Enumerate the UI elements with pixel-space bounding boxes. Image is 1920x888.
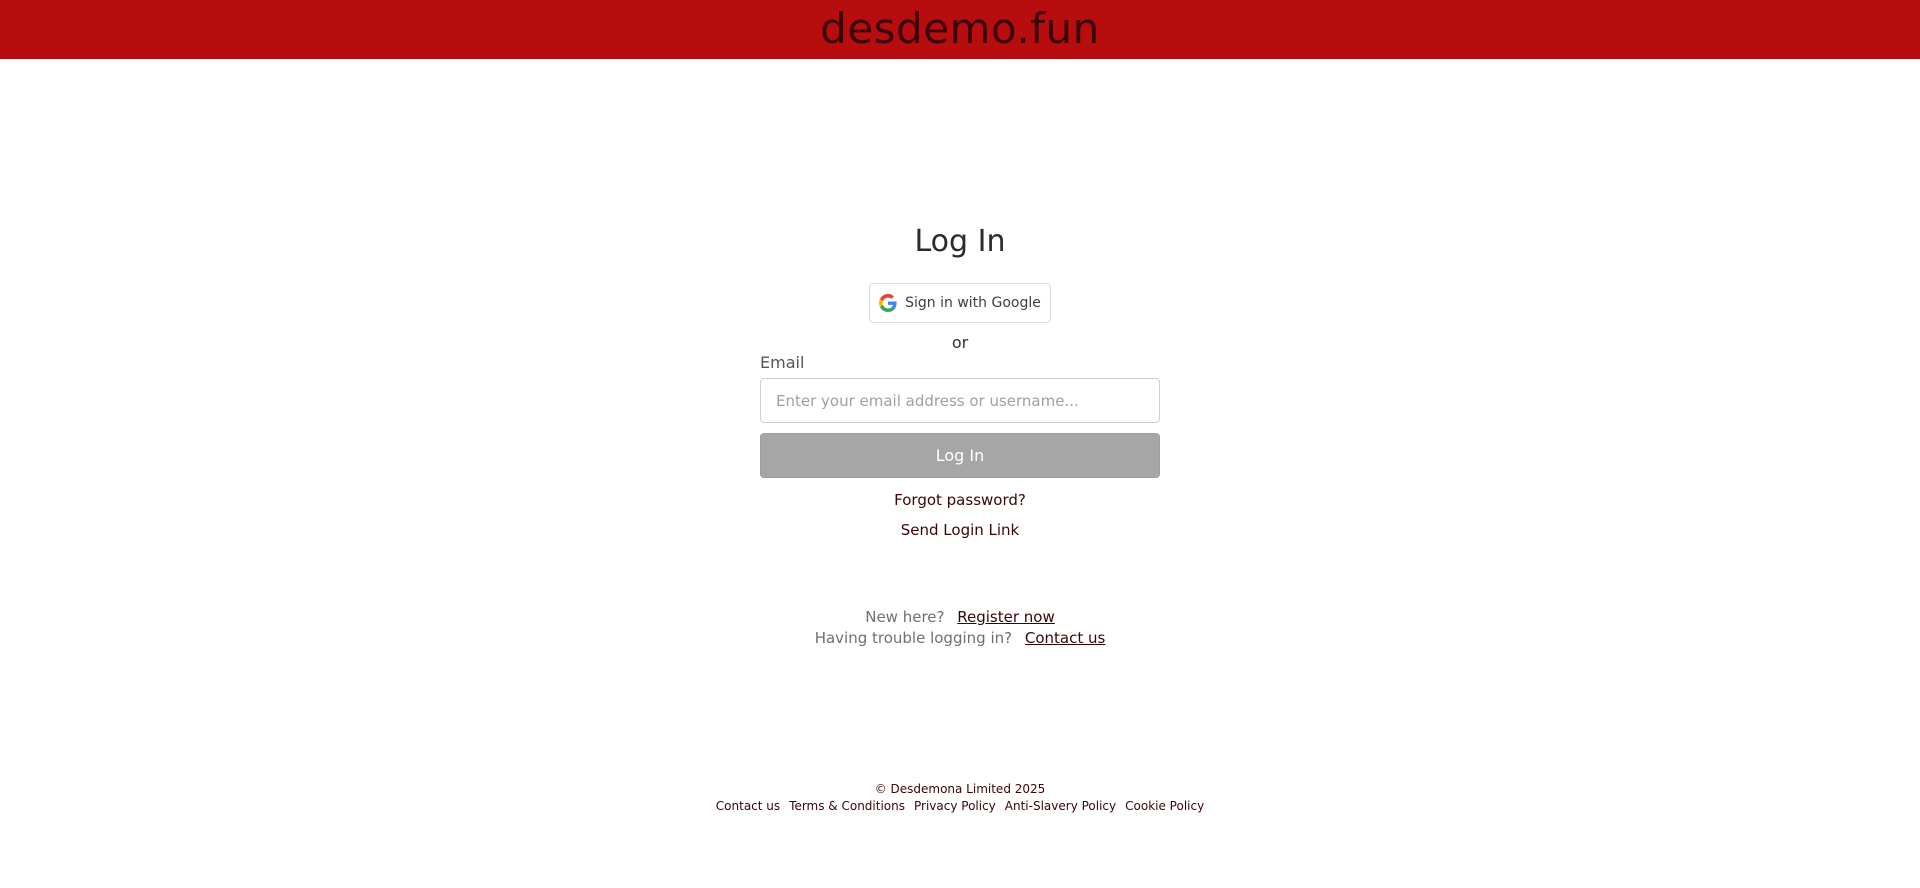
forgot-password-row: Forgot password? xyxy=(0,491,1920,509)
trouble-text: Having trouble logging in? xyxy=(814,629,1013,647)
send-login-link-row: Send Login Link xyxy=(0,521,1920,539)
forgot-password-link[interactable]: Forgot password? xyxy=(894,491,1026,509)
site-brand[interactable]: desdemo.fun xyxy=(820,7,1100,50)
footer-link-contact-us[interactable]: Contact us xyxy=(716,799,780,813)
send-login-link[interactable]: Send Login Link xyxy=(901,521,1020,539)
register-now-link[interactable]: Register now xyxy=(957,608,1054,626)
google-sign-in-button[interactable]: Sign in with Google xyxy=(869,283,1051,323)
footer-link-privacy[interactable]: Privacy Policy xyxy=(914,799,996,813)
new-here-text: New here? xyxy=(865,608,945,626)
google-sign-in-label: Sign in with Google xyxy=(905,295,1041,311)
new-here-row: New here? Register now xyxy=(0,608,1920,626)
footer-link-terms[interactable]: Terms & Conditions xyxy=(789,799,905,813)
top-banner: desdemo.fun xyxy=(0,0,1920,59)
contact-us-link[interactable]: Contact us xyxy=(1025,629,1105,647)
trouble-logging-in-row: Having trouble logging in? Contact us xyxy=(0,629,1920,647)
email-input[interactable] xyxy=(760,378,1160,423)
google-g-icon xyxy=(879,294,897,312)
copyright-text: © Desdemona Limited 2025 xyxy=(874,782,1046,796)
log-in-button[interactable]: Log In xyxy=(760,433,1160,478)
or-divider-text: or xyxy=(951,333,969,352)
email-label: Email xyxy=(760,353,805,372)
footer-link-cookie[interactable]: Cookie Policy xyxy=(1125,799,1204,813)
page-title: Log In xyxy=(914,224,1006,259)
footer-links: Contact us Terms & Conditions Privacy Po… xyxy=(0,799,1920,813)
footer-link-anti-slavery[interactable]: Anti-Slavery Policy xyxy=(1005,799,1116,813)
